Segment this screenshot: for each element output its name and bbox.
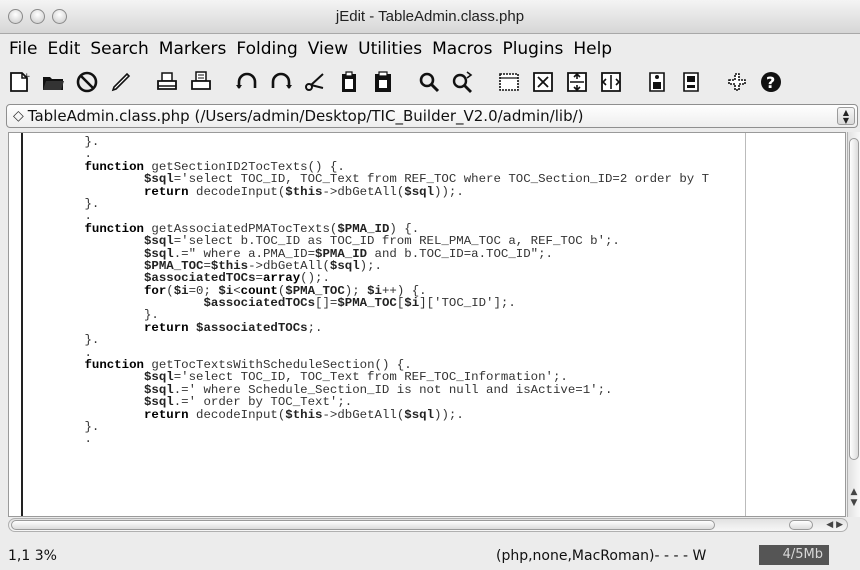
code-line[interactable]: return $associatedTOCs;.	[25, 321, 845, 334]
diamond-icon: ◇	[13, 108, 24, 124]
code-line[interactable]: return decodeInput($this->dbGetAll($sql)…	[25, 185, 845, 198]
plugins-icon[interactable]	[724, 69, 750, 95]
code-line[interactable]: return decodeInput($this->dbGetAll($sql)…	[25, 408, 845, 421]
code-line[interactable]: .	[25, 148, 845, 161]
menu-edit[interactable]: Edit	[42, 39, 85, 59]
menu-search[interactable]: Search	[85, 39, 153, 59]
print-preview-icon[interactable]	[188, 69, 214, 95]
window-title: jEdit - TableAdmin.class.php	[335, 8, 525, 25]
memory-status[interactable]: 4/5Mb	[759, 545, 829, 565]
menu-plugins[interactable]: Plugins	[497, 39, 568, 59]
menu-folding[interactable]: Folding	[231, 39, 302, 59]
pencil-icon[interactable]	[108, 69, 134, 95]
buffer-mode-info[interactable]: (php,none,MacRoman)- - - - W	[496, 548, 706, 564]
cut-icon[interactable]	[302, 69, 328, 95]
status-bar: 1,1 3% (php,none,MacRoman)- - - - W 4/5M…	[0, 541, 860, 570]
undo-icon[interactable]	[234, 69, 260, 95]
caret-position: 1,1 3%	[8, 548, 57, 564]
horizontal-scroll-end-thumb[interactable]	[789, 520, 813, 530]
paste-icon[interactable]	[370, 69, 396, 95]
split-both-icon[interactable]	[530, 69, 556, 95]
copy-icon[interactable]	[336, 69, 362, 95]
code-view[interactable]: }. . function getSectionID2TocTexts() {.…	[25, 136, 845, 516]
buffer-switcher[interactable]: ◇ TableAdmin.class.php (/Users/admin/Des…	[6, 104, 858, 128]
buffer-path: TableAdmin.class.php (/Users/admin/Deskt…	[27, 107, 584, 125]
menu-help[interactable]: Help	[568, 39, 617, 59]
split-horizontal-icon[interactable]	[564, 69, 590, 95]
menu-utilities[interactable]: Utilities	[353, 39, 427, 59]
global-options-icon[interactable]	[678, 69, 704, 95]
new-file-icon[interactable]: +	[6, 69, 32, 95]
menu-view[interactable]: View	[303, 39, 353, 59]
gutter	[9, 133, 23, 516]
help-icon[interactable]: ?	[758, 69, 784, 95]
code-line[interactable]: }.	[25, 136, 845, 149]
close-buffer-icon[interactable]	[74, 69, 100, 95]
code-line[interactable]: }.	[25, 421, 845, 434]
dropdown-arrows-icon[interactable]: ▲ ▼	[837, 107, 855, 125]
menu-markers[interactable]: Markers	[154, 39, 232, 59]
split-vertical-icon[interactable]	[598, 69, 624, 95]
horizontal-scrollbar[interactable]: ◀ ▶	[8, 518, 848, 532]
vertical-scrollbar[interactable]: ▲ ▼	[847, 132, 860, 517]
code-line[interactable]: .	[25, 210, 845, 223]
menu-file[interactable]: File	[4, 39, 42, 59]
menu-bar: File Edit Search Markers Folding View Ut…	[0, 36, 860, 62]
code-line[interactable]: .	[25, 433, 845, 446]
text-area[interactable]: }. . function getSectionID2TocTexts() {.…	[8, 132, 846, 517]
vertical-scroll-thumb[interactable]	[849, 138, 859, 460]
horizontal-scroll-thumb[interactable]	[11, 520, 715, 530]
menu-macros[interactable]: Macros	[427, 39, 497, 59]
plugin-manager-icon[interactable]	[644, 69, 670, 95]
code-line[interactable]: }.	[25, 198, 845, 211]
vertical-scroll-arrows-icon[interactable]: ▲ ▼	[848, 487, 860, 509]
svg-text:+: +	[23, 72, 31, 82]
redo-icon[interactable]	[268, 69, 294, 95]
title-bar: jEdit - TableAdmin.class.php	[0, 0, 860, 34]
open-folder-icon[interactable]	[40, 69, 66, 95]
toolbar: + ?	[0, 64, 860, 100]
code-line[interactable]: }.	[25, 334, 845, 347]
new-view-icon[interactable]	[496, 69, 522, 95]
horizontal-scroll-arrows-icon[interactable]: ◀ ▶	[826, 519, 843, 531]
svg-text:?: ?	[766, 73, 775, 92]
find-icon[interactable]	[416, 69, 442, 95]
print-icon[interactable]	[154, 69, 180, 95]
find-next-icon[interactable]	[450, 69, 476, 95]
